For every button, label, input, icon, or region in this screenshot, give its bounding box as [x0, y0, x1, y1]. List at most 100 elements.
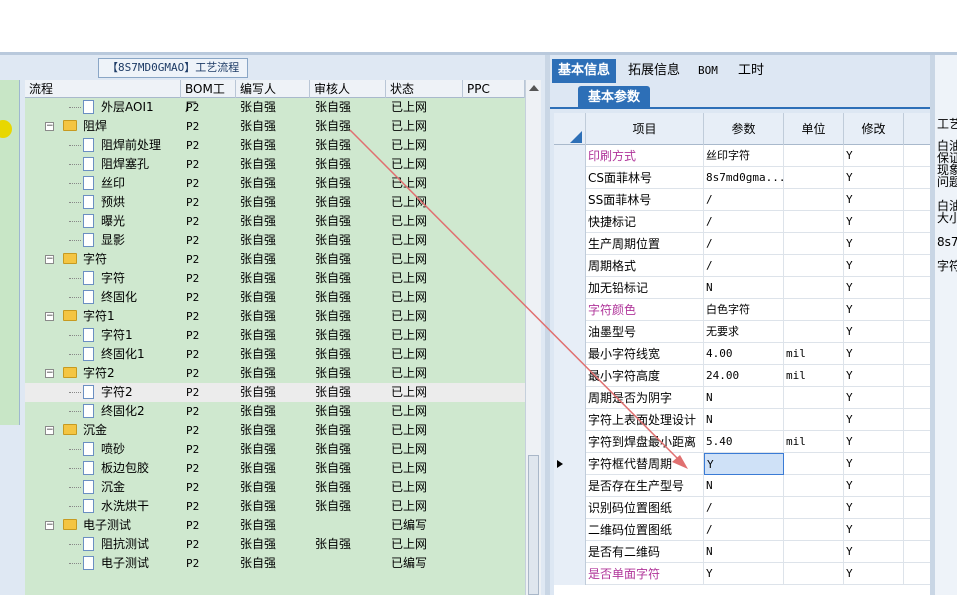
left-collapsed-pane[interactable]: [0, 80, 20, 425]
row-header[interactable]: [554, 299, 586, 321]
subtab-basic-params[interactable]: 基本参数: [578, 86, 650, 109]
col-header-process[interactable]: 流程: [25, 80, 181, 98]
row-header[interactable]: [554, 365, 586, 387]
table-row[interactable]: 字符1 P2 张自强 张自强 已上网: [25, 326, 525, 345]
table-row[interactable]: 曝光 P2 张自强 张自强 已上网: [25, 212, 525, 231]
param-row[interactable]: 字符框代替周期 Y Y: [554, 453, 930, 475]
param-row[interactable]: 油墨型号 无要求 Y: [554, 321, 930, 343]
col-header-modify[interactable]: 修改: [844, 113, 904, 145]
row-header[interactable]: [554, 541, 586, 563]
param-value[interactable]: 8s7md0gma...: [704, 167, 784, 189]
table-row[interactable]: 外层AOI1 P2 张自强 张自强 已上网: [25, 98, 525, 117]
table-row[interactable]: 板边包胶 P2 张自强 张自强 已上网: [25, 459, 525, 478]
param-value[interactable]: /: [704, 233, 784, 255]
param-value[interactable]: /: [704, 211, 784, 233]
param-row[interactable]: 周期格式 / Y: [554, 255, 930, 277]
param-value[interactable]: Y: [704, 563, 784, 585]
row-header[interactable]: [554, 255, 586, 277]
table-row[interactable]: 电子测试 P2 张自强 已编写: [25, 554, 525, 573]
table-row[interactable]: 字符 P2 张自强 张自强 已上网: [25, 269, 525, 288]
param-row[interactable]: 周期是否为阴字 N Y: [554, 387, 930, 409]
table-row[interactable]: 字符2 P2 张自强 张自强 已上网: [25, 383, 525, 402]
param-row[interactable]: 二维码位置图纸 / Y: [554, 519, 930, 541]
table-row[interactable]: 终固化1 P2 张自强 张自强 已上网: [25, 345, 525, 364]
process-grid-scrollbar[interactable]: [525, 80, 541, 595]
row-header[interactable]: [554, 145, 586, 167]
param-value[interactable]: /: [704, 255, 784, 277]
scroll-thumb[interactable]: [528, 455, 539, 595]
param-row[interactable]: 识别码位置图纸 / Y: [554, 497, 930, 519]
table-row[interactable]: 水洗烘干 P2 张自强 张自强 已上网: [25, 497, 525, 516]
collapse-icon[interactable]: −: [45, 255, 54, 264]
param-value[interactable]: Y: [704, 453, 784, 475]
param-value[interactable]: N: [704, 475, 784, 497]
collapse-icon[interactable]: −: [45, 369, 54, 378]
param-row[interactable]: 是否单面字符 Y Y: [554, 563, 930, 585]
row-header[interactable]: [554, 211, 586, 233]
param-value[interactable]: N: [704, 541, 784, 563]
row-header[interactable]: [554, 519, 586, 541]
param-value[interactable]: N: [704, 387, 784, 409]
tab-bom[interactable]: BOM: [692, 59, 724, 83]
row-header[interactable]: [554, 189, 586, 211]
tab-work-hours[interactable]: 工时: [732, 59, 770, 83]
col-header-item[interactable]: 项目: [586, 113, 704, 145]
row-header[interactable]: [554, 343, 586, 365]
param-row[interactable]: 字符上表面处理设计 N Y: [554, 409, 930, 431]
param-value[interactable]: 4.00: [704, 343, 784, 365]
param-value[interactable]: N: [704, 409, 784, 431]
table-row[interactable]: − 字符 P2 张自强 张自强 已上网: [25, 250, 525, 269]
row-header[interactable]: [554, 233, 586, 255]
table-row[interactable]: 终固化 P2 张自强 张自强 已上网: [25, 288, 525, 307]
param-value[interactable]: 白色字符: [704, 299, 784, 321]
param-row[interactable]: 最小字符高度 24.00 mil Y: [554, 365, 930, 387]
table-row[interactable]: 阻焊塞孔 P2 张自强 张自强 已上网: [25, 155, 525, 174]
table-row[interactable]: 阻焊前处理 P2 张自强 张自强 已上网: [25, 136, 525, 155]
collapse-icon[interactable]: −: [45, 426, 54, 435]
row-header[interactable]: [554, 167, 586, 189]
param-row[interactable]: 生产周期位置 / Y: [554, 233, 930, 255]
row-header-corner[interactable]: [554, 113, 586, 145]
param-row[interactable]: 最小字符线宽 4.00 mil Y: [554, 343, 930, 365]
tab-extended-info[interactable]: 拓展信息: [622, 59, 686, 83]
collapse-icon[interactable]: −: [45, 521, 54, 530]
row-header[interactable]: [554, 387, 586, 409]
row-header[interactable]: [554, 453, 586, 475]
param-value[interactable]: N: [704, 277, 784, 299]
col-header-bom[interactable]: BOM工厂: [181, 80, 236, 114]
param-row[interactable]: SS面菲林号 / Y: [554, 189, 930, 211]
col-header-param[interactable]: 参数: [704, 113, 784, 145]
row-header[interactable]: [554, 409, 586, 431]
row-header[interactable]: [554, 431, 586, 453]
table-row[interactable]: 预烘 P2 张自强 张自强 已上网: [25, 193, 525, 212]
param-value[interactable]: 5.40: [704, 431, 784, 453]
table-row[interactable]: − 字符1 P2 张自强 张自强 已上网: [25, 307, 525, 326]
param-value[interactable]: 24.00: [704, 365, 784, 387]
param-row[interactable]: 字符到焊盘最小距离 5.40 mil Y: [554, 431, 930, 453]
param-row[interactable]: 是否有二维码 N Y: [554, 541, 930, 563]
param-row[interactable]: 加无铅标记 N Y: [554, 277, 930, 299]
row-header[interactable]: [554, 497, 586, 519]
param-row[interactable]: 印刷方式 丝印字符 Y: [554, 145, 930, 167]
scroll-up-icon[interactable]: [529, 85, 539, 91]
param-row[interactable]: 快捷标记 / Y: [554, 211, 930, 233]
param-value[interactable]: /: [704, 189, 784, 211]
param-value[interactable]: /: [704, 519, 784, 541]
table-row[interactable]: 显影 P2 张自强 张自强 已上网: [25, 231, 525, 250]
param-value[interactable]: 无要求: [704, 321, 784, 343]
table-row[interactable]: 终固化2 P2 张自强 张自强 已上网: [25, 402, 525, 421]
param-row[interactable]: 字符颜色 白色字符 Y: [554, 299, 930, 321]
col-header-reviewer[interactable]: 审核人: [310, 80, 386, 98]
col-header-writer[interactable]: 编写人: [236, 80, 310, 98]
row-header[interactable]: [554, 321, 586, 343]
param-value[interactable]: /: [704, 497, 784, 519]
param-row[interactable]: 是否存在生产型号 N Y: [554, 475, 930, 497]
row-header[interactable]: [554, 475, 586, 497]
col-header-ppc[interactable]: PPC: [463, 80, 525, 98]
param-value[interactable]: 丝印字符: [704, 145, 784, 167]
table-row[interactable]: − 阻焊 P2 张自强 张自强 已上网: [25, 117, 525, 136]
col-header-unit[interactable]: 单位: [784, 113, 844, 145]
table-row[interactable]: − 字符2 P2 张自强 张自强 已上网: [25, 364, 525, 383]
col-header-status[interactable]: 状态: [386, 80, 463, 98]
param-row[interactable]: CS面菲林号 8s7md0gma... Y: [554, 167, 930, 189]
